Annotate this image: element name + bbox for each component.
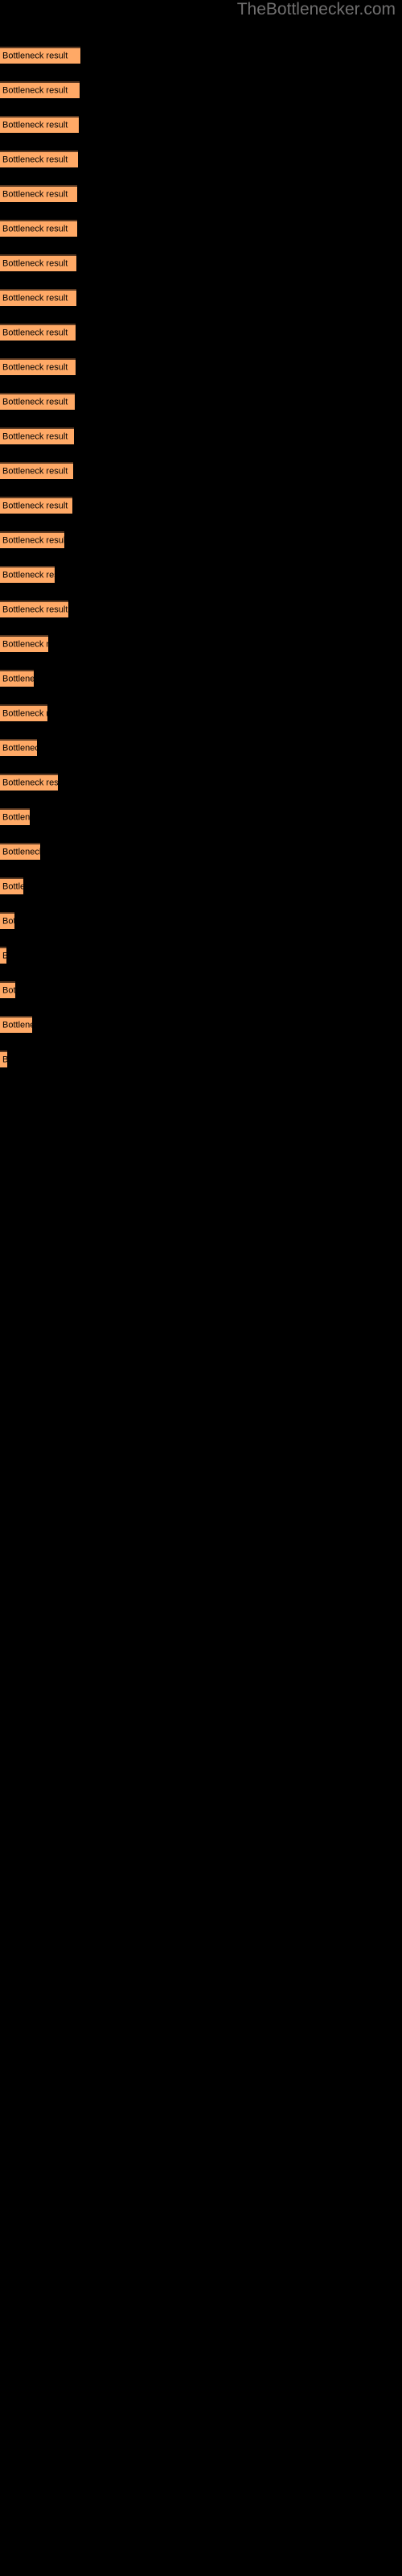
- bar-label: Bottleneck result: [2, 708, 47, 718]
- bar-label: Bottleneck result: [2, 951, 6, 961]
- bar-label: Bottleneck result: [2, 743, 37, 753]
- bar[interactable]: Bottleneck result: [0, 1016, 32, 1033]
- bar-row: Bottleneck result: [0, 427, 74, 444]
- bar[interactable]: Bottleneck result: [0, 358, 76, 375]
- bar-row: Bottleneck result: [0, 739, 37, 756]
- bar[interactable]: Bottleneck result: [0, 47, 80, 64]
- bar-label: Bottleneck result: [2, 362, 68, 372]
- bar-label: Bottleneck result: [2, 847, 40, 857]
- bar-row: Bottleneck result: [0, 704, 47, 721]
- bar[interactable]: Bottleneck result: [0, 531, 64, 548]
- bar-row: Bottleneck result: [0, 843, 40, 860]
- bar-row: Bottleneck result: [0, 289, 76, 306]
- bar-row: Bottleneck result: [0, 47, 80, 64]
- bar[interactable]: Bottleneck result: [0, 635, 48, 652]
- bar-label: Bottleneck result: [2, 1055, 7, 1065]
- bar-row: Bottleneck result: [0, 324, 76, 341]
- bottleneck-bar-chart: TheBottlenecker.com Bottleneck result Bot…: [0, 0, 402, 2576]
- bar-label: Bottleneck result: [2, 224, 68, 233]
- bar-row: Bottleneck result: [0, 462, 73, 479]
- bar[interactable]: Bottleneck result: [0, 497, 72, 514]
- bar-row: Bottleneck result: [0, 151, 78, 167]
- bar[interactable]: Bottleneck result: [0, 981, 15, 998]
- bar-label: Bottleneck result: [2, 674, 34, 683]
- bar-row: Bottleneck result: [0, 670, 34, 687]
- bar-row: Bottleneck result: [0, 635, 48, 652]
- bar[interactable]: Bottleneck result: [0, 151, 78, 167]
- bar[interactable]: Bottleneck result: [0, 81, 80, 98]
- bar-row: Bottleneck result: [0, 393, 75, 410]
- bar-label: Bottleneck result: [2, 189, 68, 199]
- bar[interactable]: Bottleneck result: [0, 670, 34, 687]
- bar-row: Bottleneck result: [0, 1016, 32, 1033]
- bar-label: Bottleneck result: [2, 397, 68, 407]
- bar[interactable]: Bottleneck result: [0, 739, 37, 756]
- bar-label: Bottleneck result: [2, 293, 68, 303]
- bar-label: Bottleneck result: [2, 812, 30, 822]
- bar-label: Bottleneck result: [2, 639, 48, 649]
- bar-label: Bottleneck result: [2, 570, 55, 580]
- bar-label: Bottleneck result: [2, 155, 68, 164]
- bar-row: Bottleneck result: [0, 774, 58, 791]
- bar-label: Bottleneck result: [2, 466, 68, 476]
- bar-row: Bottleneck result: [0, 808, 30, 825]
- bar-row: Bottleneck result: [0, 116, 79, 133]
- bar-label: Bottleneck result: [2, 985, 15, 995]
- bar-row: Bottleneck result: [0, 254, 76, 271]
- bar-label: Bottleneck result: [2, 535, 64, 545]
- bar-row: Bottleneck result: [0, 220, 77, 237]
- bar[interactable]: Bottleneck result: [0, 774, 58, 791]
- bar-row: Bottleneck result: [0, 947, 6, 964]
- bar[interactable]: Bottleneck result: [0, 877, 23, 894]
- bar[interactable]: Bottleneck result: [0, 324, 76, 341]
- bar-label: Bottleneck result: [2, 916, 14, 926]
- bar[interactable]: Bottleneck result: [0, 462, 73, 479]
- bar[interactable]: Bottleneck result: [0, 947, 6, 964]
- bar-row: Bottleneck result: [0, 497, 72, 514]
- bar-label: Bottleneck result: [2, 120, 68, 130]
- bar-row: Bottleneck result: [0, 1051, 7, 1067]
- bar-label: Bottleneck result: [2, 328, 68, 337]
- bar-label: Bottleneck result: [2, 258, 68, 268]
- bar[interactable]: Bottleneck result: [0, 601, 68, 617]
- bar-row: Bottleneck result: [0, 81, 80, 98]
- bar[interactable]: Bottleneck result: [0, 704, 47, 721]
- bar[interactable]: Bottleneck result: [0, 427, 74, 444]
- bar-row: Bottleneck result: [0, 358, 76, 375]
- site-title: TheBottlenecker.com: [236, 0, 396, 19]
- bar-row: Bottleneck result: [0, 601, 68, 617]
- bar-row: Bottleneck result: [0, 566, 55, 583]
- bar-label: Bottleneck result: [2, 605, 68, 614]
- bar-row: Bottleneck result: [0, 981, 15, 998]
- bar[interactable]: Bottleneck result: [0, 912, 14, 929]
- bar[interactable]: Bottleneck result: [0, 393, 75, 410]
- bar[interactable]: Bottleneck result: [0, 843, 40, 860]
- bar-label: Bottleneck result: [2, 778, 58, 787]
- bar[interactable]: Bottleneck result: [0, 808, 30, 825]
- bar[interactable]: Bottleneck result: [0, 566, 55, 583]
- bar[interactable]: Bottleneck result: [0, 220, 77, 237]
- bar-row: Bottleneck result: [0, 185, 77, 202]
- bar-label: Bottleneck result: [2, 881, 23, 891]
- bar[interactable]: Bottleneck result: [0, 289, 76, 306]
- bar-label: Bottleneck result: [2, 501, 68, 510]
- bar-label: Bottleneck result: [2, 85, 68, 95]
- bar-row: Bottleneck result: [0, 531, 64, 548]
- bar[interactable]: Bottleneck result: [0, 254, 76, 271]
- bar-label: Bottleneck result: [2, 1020, 32, 1030]
- bar-label: Bottleneck result: [2, 51, 68, 60]
- bar[interactable]: Bottleneck result: [0, 185, 77, 202]
- bar-row: Bottleneck result: [0, 912, 14, 929]
- bar[interactable]: Bottleneck result: [0, 1051, 7, 1067]
- bar[interactable]: Bottleneck result: [0, 116, 79, 133]
- bar-label: Bottleneck result: [2, 431, 68, 441]
- bar-row: Bottleneck result: [0, 877, 23, 894]
